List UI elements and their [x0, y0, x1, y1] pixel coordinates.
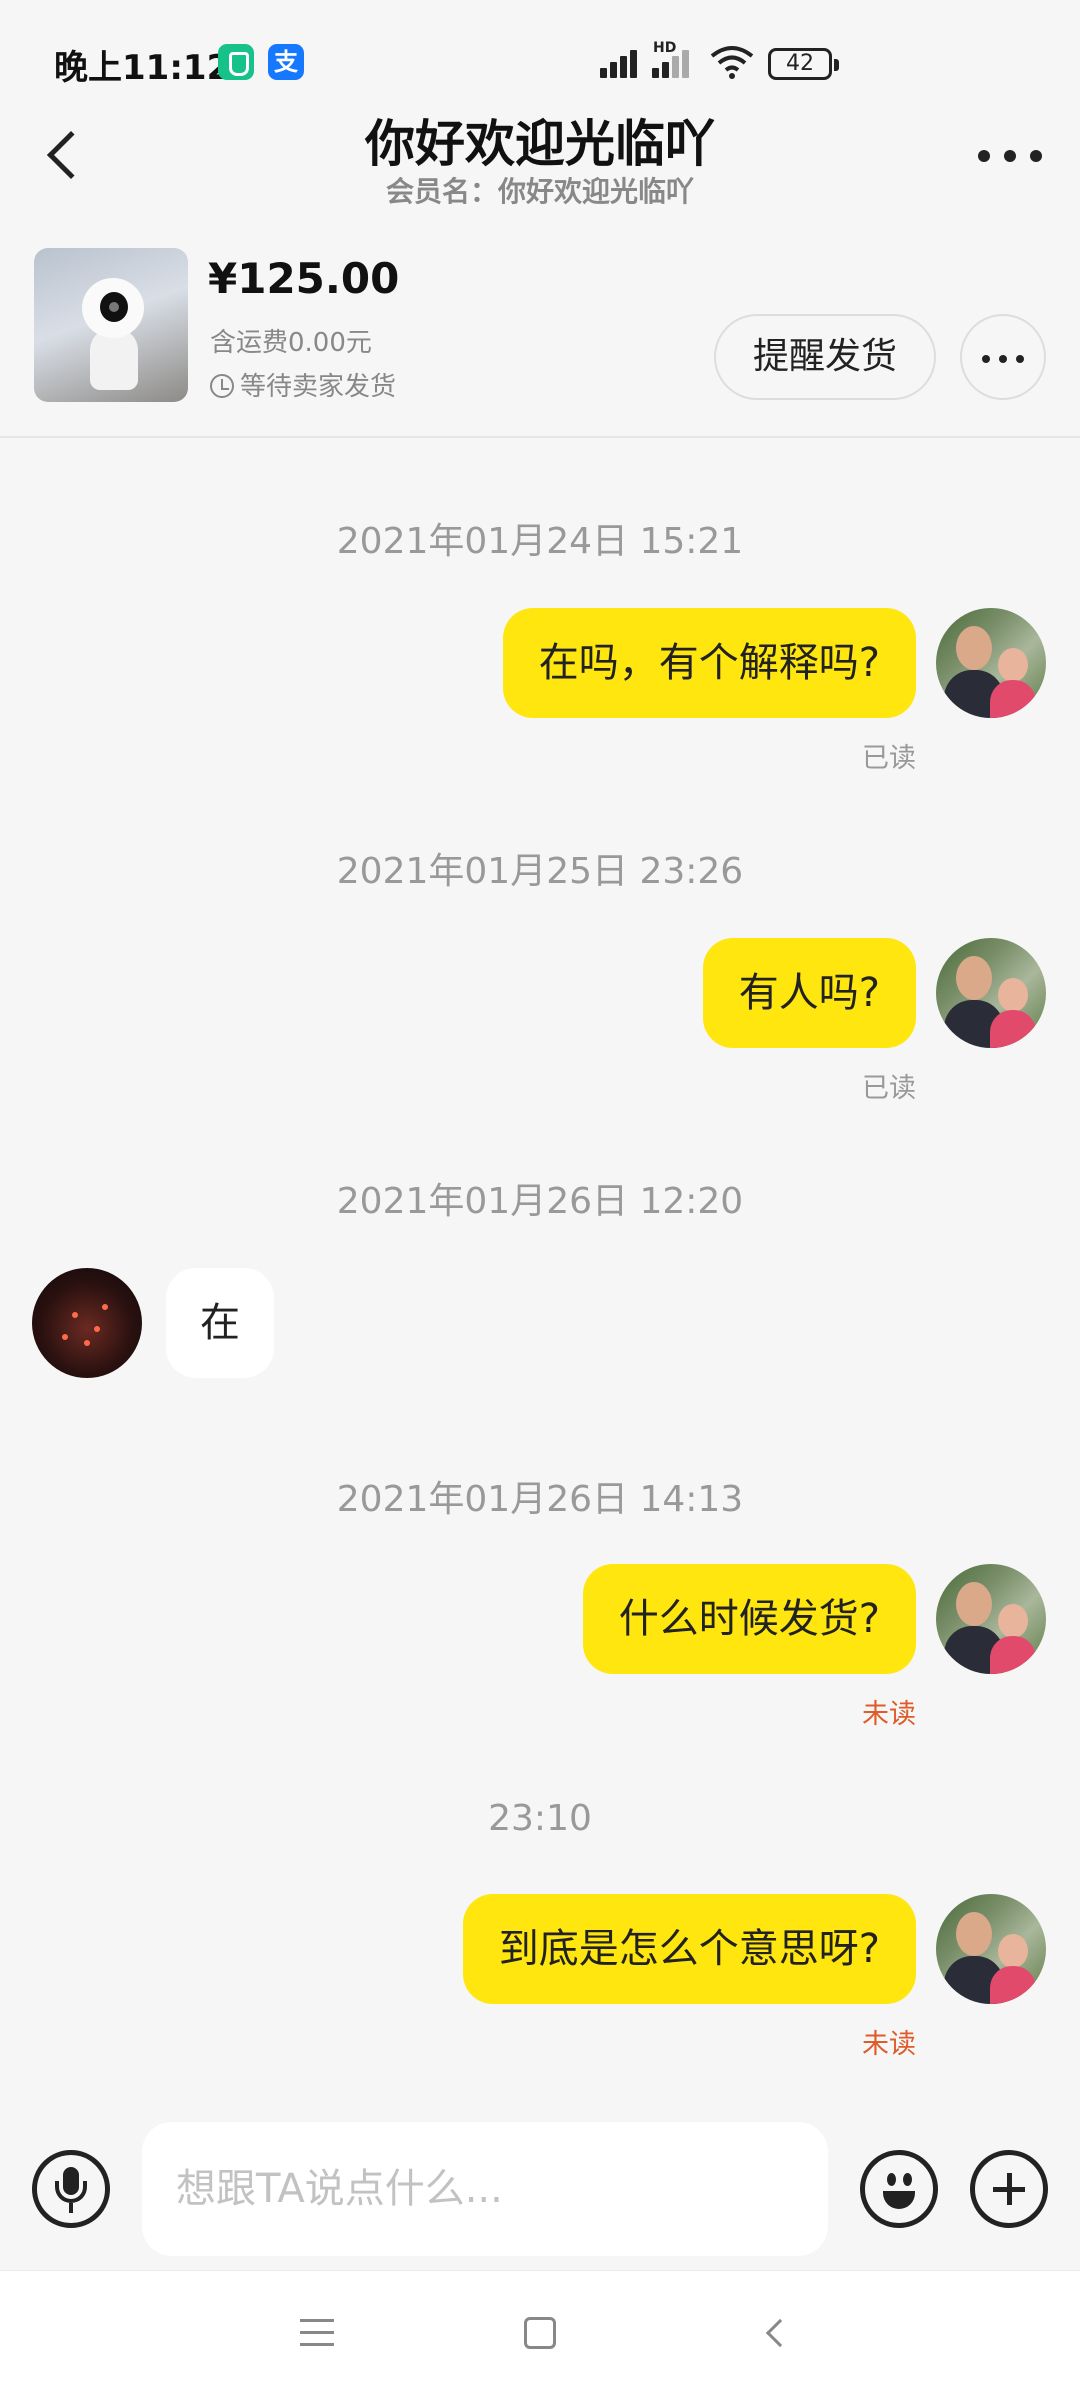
message-timestamp: 2021年01月26日 12:20 — [336, 1181, 744, 1222]
read-status: 已读 — [862, 743, 916, 774]
my-avatar[interactable] — [936, 608, 1046, 718]
order-price: ¥125.00 — [208, 254, 400, 303]
card-more-dots-icon[interactable] — [960, 314, 1046, 400]
chat-header: 你好欢迎光临吖 会员名：你好欢迎光临吖 — [0, 100, 1080, 230]
signal-icon-2 — [652, 44, 696, 78]
input-bar — [0, 2120, 1080, 2270]
unread-status: 未读 — [862, 1699, 916, 1730]
plus-icon[interactable] — [970, 2150, 1048, 2228]
emoji-icon[interactable] — [860, 2150, 938, 2228]
menu-icon[interactable] — [300, 2319, 334, 2349]
message-input[interactable] — [142, 2122, 828, 2256]
message-timestamp: 2021年01月26日 14:13 — [336, 1479, 744, 1520]
seller-avatar[interactable] — [32, 1268, 142, 1378]
home-icon[interactable] — [524, 2317, 556, 2349]
message-list[interactable]: 2021年01月24日 15:21 在吗，有个解释吗? 已读 2021年01月2… — [0, 440, 1080, 2120]
status-time: 晚上11:12 — [54, 48, 231, 88]
page-title: 你好欢迎光临吖 — [365, 115, 715, 173]
message-bubble-sent[interactable]: 有人吗? — [702, 938, 916, 1048]
my-avatar[interactable] — [936, 938, 1046, 1048]
more-dots-icon[interactable] — [970, 138, 1050, 178]
my-avatar[interactable] — [936, 1894, 1046, 2004]
message-bubble-sent[interactable]: 什么时候发货? — [582, 1564, 916, 1674]
clock-icon — [210, 374, 234, 398]
message-bubble-sent[interactable]: 到底是怎么个意思呀? — [462, 1894, 916, 2004]
microphone-icon[interactable] — [32, 2150, 110, 2228]
system-nav-bar — [0, 2270, 1080, 2400]
message-timestamp: 23:10 — [488, 1798, 592, 1839]
product-thumbnail[interactable] — [34, 248, 188, 402]
alipay-app-icon: 支 — [268, 44, 304, 80]
shipping-fee: 含运费0.00元 — [210, 328, 372, 358]
message-timestamp: 2021年01月25日 23:26 — [336, 851, 744, 892]
signal-icon — [600, 44, 644, 78]
remind-ship-button[interactable]: 提醒发货 — [714, 314, 936, 400]
message-timestamp: 2021年01月24日 15:21 — [336, 521, 744, 562]
read-status: 已读 — [862, 1073, 916, 1104]
nav-back-icon[interactable] — [756, 2315, 796, 2355]
security-app-icon — [218, 44, 254, 80]
message-bubble-sent[interactable]: 在吗，有个解释吗? — [502, 608, 916, 718]
message-bubble-received[interactable]: 在 — [166, 1268, 274, 1378]
battery-icon: 42 — [768, 48, 839, 80]
my-avatar[interactable] — [936, 1564, 1046, 1674]
member-name-label: 会员名：你好欢迎光临吖 — [385, 175, 694, 208]
unread-status: 未读 — [862, 2029, 916, 2060]
wifi-icon — [710, 46, 754, 79]
order-card[interactable]: ¥125.00 含运费0.00元 等待卖家发货 提醒发货 — [0, 232, 1080, 438]
order-status: 等待卖家发货 — [210, 366, 396, 403]
order-status-text: 等待卖家发货 — [240, 372, 397, 402]
